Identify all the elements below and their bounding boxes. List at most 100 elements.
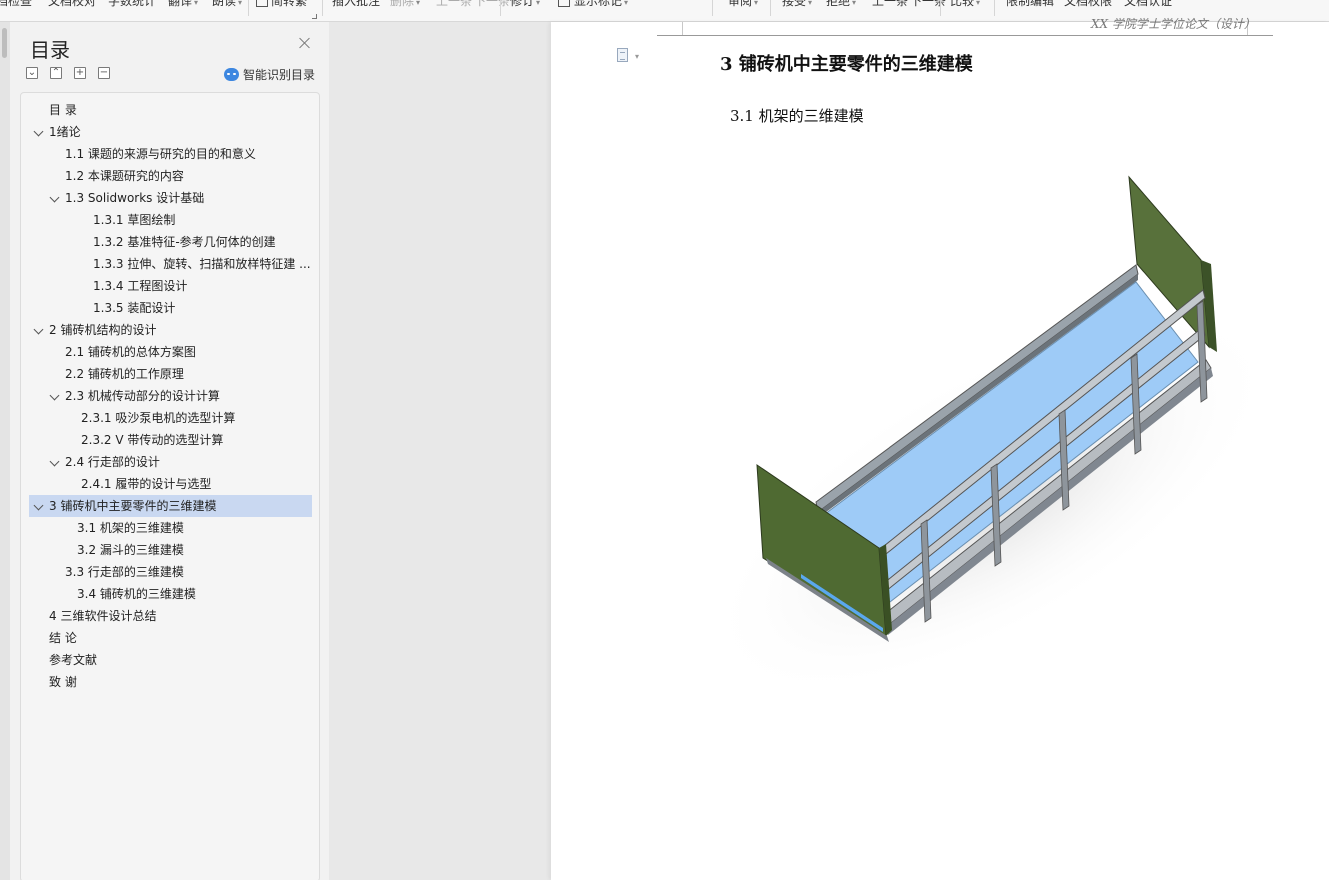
toc-item-label: 结 论 xyxy=(49,631,77,645)
ribbon-compare-button[interactable]: 比较 ▾ xyxy=(950,0,980,9)
ribbon-markup-label: 显示标记 xyxy=(574,0,623,8)
ribbon-compare-label: 比较 xyxy=(950,0,975,8)
smart-toc-label: 智能识别目录 xyxy=(243,67,316,82)
ribbon-readaloud-button[interactable]: 朗读 ▾ xyxy=(212,0,242,9)
header-corner-mark xyxy=(657,22,683,36)
ribbon-accept-label: 接受 xyxy=(782,0,807,8)
chevron-down-icon[interactable] xyxy=(49,192,60,203)
collapse-all-icon[interactable]: ⌃ xyxy=(50,67,62,79)
ribbon-insert-comment-button[interactable]: 插入批注 xyxy=(332,0,380,9)
toc-item-label: 4 三维软件设计总结 xyxy=(49,609,157,623)
ribbon-prev-comment-button[interactable]: 上一条 xyxy=(436,0,472,9)
toc-item[interactable]: 3.1 机架的三维建模 xyxy=(29,517,312,539)
ribbon-divider xyxy=(500,0,501,16)
heading-1[interactable]: 3 铺砖机中主要零件的三维建模 xyxy=(720,50,973,76)
toc-item[interactable]: 3.4 铺砖机的三维建模 xyxy=(29,583,312,605)
remove-heading-icon[interactable]: − xyxy=(98,67,110,79)
toc-item[interactable]: 1.3 Solidworks 设计基础 xyxy=(29,187,312,209)
toc-item-label: 2 铺砖机结构的设计 xyxy=(49,323,157,337)
chevron-down-icon: ▾ xyxy=(852,0,857,7)
ribbon-simp-trad-button[interactable]: 简转繁 xyxy=(256,0,307,9)
heading-2[interactable]: 3.1 机架的三维建模 xyxy=(730,105,864,126)
toc-item-label: 3.4 铺砖机的三维建模 xyxy=(77,587,196,601)
chevron-down-icon: ▾ xyxy=(238,0,243,7)
ribbon-doc-permission-button[interactable]: 文档权限 xyxy=(1064,0,1112,9)
toc-item-label: 1.2 本课题研究的内容 xyxy=(65,169,184,183)
toc-item[interactable]: 1.1 课题的来源与研究的目的和意义 xyxy=(29,143,312,165)
chevron-down-icon[interactable]: ▾ xyxy=(635,52,639,61)
ribbon-divider xyxy=(712,0,713,16)
ribbon-divider xyxy=(248,0,249,16)
toc-item[interactable]: 3.2 漏斗的三维建模 xyxy=(29,539,312,561)
ribbon-reject-button[interactable]: 拒绝 ▾ xyxy=(826,0,856,9)
toc-pane: 目录 ⌄ ⌃ + − 智能识别目录 目 录 1绪论 1.1 课题的来源与研究的目… xyxy=(10,22,329,880)
ribbon-accept-button[interactable]: 接受 ▾ xyxy=(782,0,812,9)
ribbon-wordcount-button[interactable]: 字数统计 xyxy=(108,0,156,9)
toc-item-active[interactable]: 3 铺砖机中主要零件的三维建模 xyxy=(29,495,312,517)
toc-item[interactable]: 2.3 机械传动部分的设计计算 xyxy=(29,385,312,407)
chevron-down-icon[interactable] xyxy=(33,324,44,335)
markup-icon xyxy=(558,0,570,7)
ribbon-proofread-button[interactable]: 文档校对 xyxy=(48,0,96,9)
ribbon-prev-change-button[interactable]: 上一条 xyxy=(872,0,908,9)
toc-item[interactable]: 致 谢 xyxy=(29,671,312,693)
ribbon-track-changes-button[interactable]: 修订 ▾ xyxy=(510,0,540,9)
toc-list: 目 录 1绪论 1.1 课题的来源与研究的目的和意义 1.2 本课题研究的内容 … xyxy=(20,92,320,880)
toc-item[interactable]: 2 铺砖机结构的设计 xyxy=(29,319,312,341)
toc-item-label: 目 录 xyxy=(49,103,77,117)
toc-item[interactable]: 2.2 铺砖机的工作原理 xyxy=(29,363,312,385)
toc-item[interactable]: 2.3.1 吸沙泵电机的选型计算 xyxy=(29,407,312,429)
ribbon-spellcheck-button[interactable]: 档检查 xyxy=(0,0,32,9)
smart-ai-icon xyxy=(224,67,239,81)
paragraph-layout-icon[interactable] xyxy=(617,48,628,62)
ribbon-delete-comment-button[interactable]: 删除 ▾ xyxy=(390,0,420,9)
ribbon-reject-label: 拒绝 xyxy=(826,0,851,8)
ribbon-review-button[interactable]: 审阅 ▾ xyxy=(728,0,758,9)
document-page[interactable]: XX 学院学士学位论文（设计） ▾ 3 铺砖机中主要零件的三维建模 3.1 机架… xyxy=(551,17,1329,880)
toc-item-label: 2.3.2 V 带传动的选型计算 xyxy=(81,433,224,447)
toc-item[interactable]: 2.3.2 V 带传动的选型计算 xyxy=(29,429,312,451)
chevron-down-icon: ▾ xyxy=(808,0,813,7)
toc-item[interactable]: 1.3.4 工程图设计 xyxy=(29,275,312,297)
toc-item-label: 1.3.2 基准特征-参考几何体的创建 xyxy=(93,235,276,249)
toc-item[interactable]: 2.4 行走部的设计 xyxy=(29,451,312,473)
ribbon-translate-button[interactable]: 翻译 ▾ xyxy=(168,0,198,9)
toc-item-label: 1.3.4 工程图设计 xyxy=(93,279,188,293)
toc-item-label: 3.3 行走部的三维建模 xyxy=(65,565,184,579)
toc-item[interactable]: 目 录 xyxy=(29,99,312,121)
document-canvas-margin xyxy=(329,22,551,880)
chevron-down-icon: ▾ xyxy=(194,0,199,7)
toc-item[interactable]: 1.3.1 草图绘制 xyxy=(29,209,312,231)
toc-item[interactable]: 1.3.2 基准特征-参考几何体的创建 xyxy=(29,231,312,253)
toc-item[interactable]: 1.2 本课题研究的内容 xyxy=(29,165,312,187)
ribbon-restrict-edit-button[interactable]: 限制编辑 xyxy=(1006,0,1054,9)
toc-item[interactable]: 1.3.5 装配设计 xyxy=(29,297,312,319)
toc-title: 目录 xyxy=(30,38,70,62)
toc-item-label: 1.3.5 装配设计 xyxy=(93,301,176,315)
nav-strip-handle[interactable] xyxy=(2,28,7,58)
chevron-down-icon[interactable] xyxy=(33,126,44,137)
smart-toc-button[interactable]: 智能识别目录 xyxy=(224,66,315,82)
toc-item-label: 致 谢 xyxy=(49,675,77,689)
toc-item[interactable]: 1.3.3 拉伸、旋转、扫描和放样特征建 ... xyxy=(29,253,312,275)
ribbon-readaloud-label: 朗读 xyxy=(212,0,237,8)
ribbon-doc-auth-button[interactable]: 文档认证 xyxy=(1124,0,1172,9)
toc-item[interactable]: 2.4.1 履带的设计与选型 xyxy=(29,473,312,495)
expand-all-icon[interactable]: ⌄ xyxy=(26,67,38,79)
toc-item[interactable]: 2.1 铺砖机的总体方案图 xyxy=(29,341,312,363)
chevron-down-icon[interactable] xyxy=(49,390,60,401)
toc-item-label: 1.3.1 草图绘制 xyxy=(93,213,176,227)
ribbon-group-expander[interactable] xyxy=(312,14,317,19)
toc-item[interactable]: 3.3 行走部的三维建模 xyxy=(29,561,312,583)
toc-item[interactable]: 参考文献 xyxy=(29,649,312,671)
toc-item[interactable]: 1绪论 xyxy=(29,121,312,143)
toc-item[interactable]: 结 论 xyxy=(29,627,312,649)
chevron-down-icon[interactable] xyxy=(33,500,44,511)
toc-item[interactable]: 4 三维软件设计总结 xyxy=(29,605,312,627)
chevron-down-icon[interactable] xyxy=(49,456,60,467)
add-heading-icon[interactable]: + xyxy=(74,67,86,79)
toc-item-label: 3 铺砖机中主要零件的三维建模 xyxy=(49,499,217,513)
ribbon-next-comment-button[interactable]: 下一条 xyxy=(474,0,510,9)
close-icon[interactable] xyxy=(298,36,312,50)
ribbon-show-markup-button[interactable]: 显示标记 ▾ xyxy=(558,0,628,9)
